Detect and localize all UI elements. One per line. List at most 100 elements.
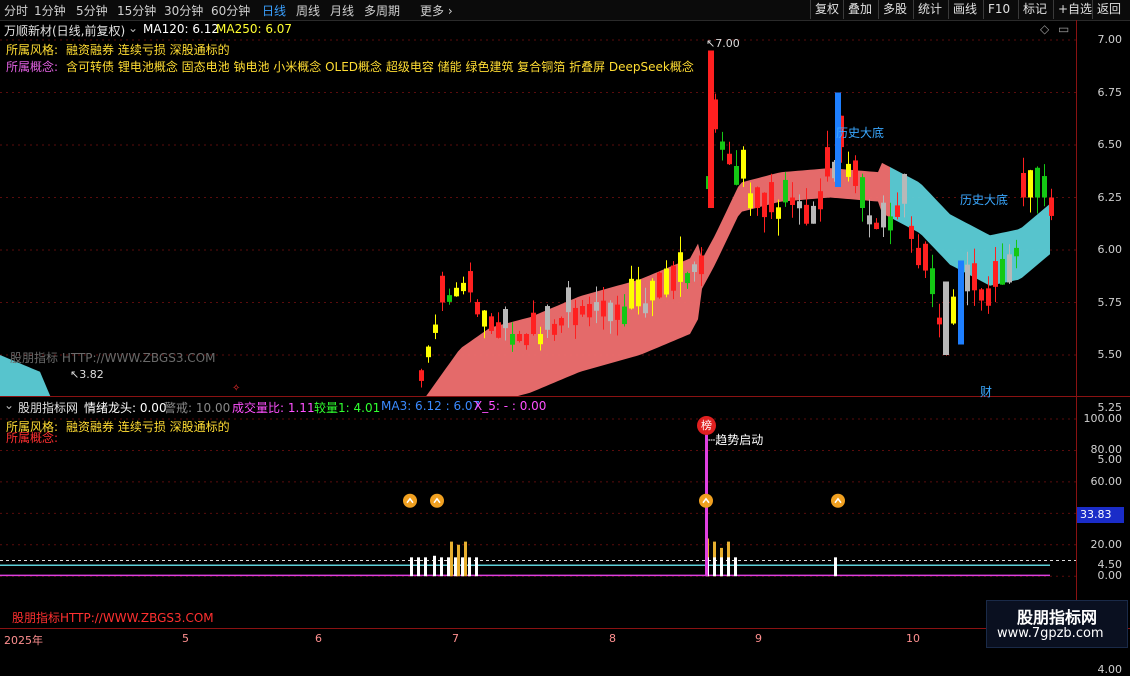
history-bottom-label: 历史大底	[836, 126, 885, 140]
candle-body	[419, 370, 424, 381]
candle-body	[664, 268, 669, 295]
indicator-tick: 20.00	[1090, 537, 1123, 551]
candle-body	[902, 173, 907, 204]
add-favorite-button[interactable]: +自选	[1053, 0, 1096, 19]
overlay-button[interactable]: 叠加	[843, 0, 876, 19]
candle-body	[762, 192, 767, 218]
candle-body	[475, 301, 480, 315]
candle-body	[643, 303, 648, 314]
candle-body	[923, 243, 928, 271]
price-tick: 5.50	[1097, 348, 1123, 361]
volume-bar	[433, 555, 436, 577]
candle-body	[895, 205, 900, 217]
candle-body	[524, 334, 529, 346]
mark-button[interactable]: 标记	[1018, 0, 1051, 19]
volume-bar	[417, 557, 420, 577]
volume-bar	[475, 557, 478, 577]
price-tick: 6.50	[1097, 138, 1123, 151]
high-price-annotation: ↖7.00	[706, 37, 740, 50]
volume-bar	[713, 557, 716, 577]
candle-body	[867, 215, 872, 225]
tab-fenshi[interactable]: 分时	[4, 2, 28, 19]
up-arrow-icon	[403, 493, 417, 508]
tab-more[interactable]: 更多 ›	[420, 2, 453, 19]
current-value-badge: 33.83	[1077, 507, 1124, 523]
candle-body	[566, 287, 571, 313]
candle-body	[916, 247, 921, 266]
f10-button[interactable]: F10	[983, 0, 1014, 19]
candle-body	[930, 268, 935, 295]
price-chart[interactable]	[0, 20, 1076, 396]
candle-body	[937, 317, 942, 325]
candle-body	[482, 310, 487, 327]
candle-body	[846, 163, 851, 177]
candle-body	[433, 324, 438, 333]
x-axis-label: 2025年	[4, 634, 43, 647]
back-button[interactable]: 返回	[1092, 0, 1125, 19]
volume-bar	[464, 541, 467, 577]
indicator-chart[interactable]	[0, 397, 1076, 628]
statistics-button[interactable]: 统计	[913, 0, 946, 19]
candle-body	[454, 287, 459, 297]
tab-5min[interactable]: 5分钟	[76, 2, 108, 19]
indicator-tick: 80.00	[1090, 443, 1123, 457]
volume-bar	[468, 557, 471, 577]
candle-body	[531, 312, 536, 334]
x-axis-label: 10	[906, 632, 920, 645]
candle-body	[909, 225, 914, 239]
volume-bar	[450, 541, 453, 577]
event-marker[interactable]: ✧	[232, 383, 240, 394]
candle-body	[447, 295, 452, 302]
watermark: 股朋指标HTTP://WWW.ZBGS3.COM	[12, 611, 214, 625]
tab-monthly[interactable]: 月线	[330, 2, 354, 19]
candle-body	[874, 222, 879, 230]
candle-body	[517, 334, 522, 342]
candle-body	[986, 288, 991, 306]
candle-body	[496, 322, 501, 338]
price-tick: 4.00	[1097, 663, 1123, 676]
tab-1min[interactable]: 1分钟	[34, 2, 66, 19]
candle-body	[594, 302, 599, 311]
fuquan-button[interactable]: 复权	[810, 0, 843, 19]
tab-weekly[interactable]: 周线	[296, 2, 320, 19]
candle-body	[510, 334, 515, 345]
volume-bar	[457, 544, 460, 577]
candle-body	[943, 281, 949, 355]
logo-title: 股朋指标网	[1017, 608, 1098, 627]
tab-60min[interactable]: 60分钟	[211, 2, 250, 19]
candle-body	[608, 302, 613, 322]
candle-body	[678, 252, 683, 282]
candle-body	[1000, 258, 1005, 285]
candle-body	[1049, 197, 1054, 216]
candle-body	[650, 280, 655, 301]
tab-multi-period[interactable]: 多周期	[364, 2, 400, 19]
candle-body	[636, 279, 641, 307]
candle-body	[1028, 170, 1033, 198]
draw-line-button[interactable]: 画线	[948, 0, 981, 19]
tab-15min[interactable]: 15分钟	[117, 2, 156, 19]
tab-daily[interactable]: 日线	[262, 2, 286, 19]
candle-body	[979, 289, 984, 301]
candle-body	[461, 282, 466, 292]
multi-stock-button[interactable]: 多股	[878, 0, 911, 19]
candle-body	[958, 260, 964, 345]
candle-body	[692, 264, 697, 272]
candle-body	[972, 263, 977, 291]
price-axis: 7.006.756.506.256.005.755.505.255.004.75…	[1076, 20, 1130, 676]
volume-bar	[454, 557, 457, 577]
candle-body	[734, 166, 739, 185]
candle-body	[685, 273, 690, 284]
history-bottom-label: 历史大底	[960, 193, 1009, 207]
site-logo[interactable]: 股朋指标网 www.7gpzb.com	[986, 600, 1128, 648]
volume-bar	[720, 557, 723, 577]
candle-body	[426, 346, 431, 358]
period-toolbar: 分时 1分钟 5分钟 15分钟 30分钟 60分钟 日线 周线 月线 多周期 更…	[0, 0, 1130, 21]
candle-body	[573, 307, 578, 326]
candle-body	[797, 201, 802, 209]
low-price-annotation: ↖3.82	[70, 368, 104, 381]
candle-body	[769, 182, 774, 213]
volume-bar	[727, 557, 730, 577]
candle-body	[825, 147, 830, 177]
tab-30min[interactable]: 30分钟	[164, 2, 203, 19]
candle-body	[559, 318, 564, 326]
